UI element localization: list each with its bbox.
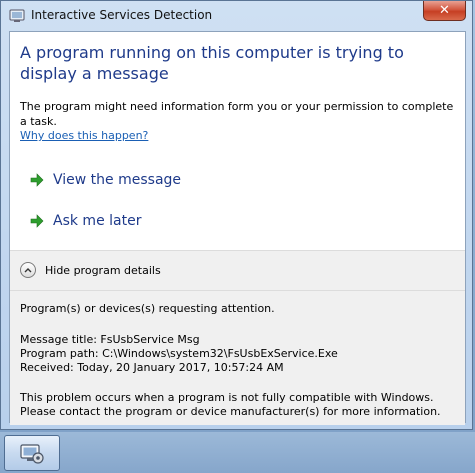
green-arrow-icon (30, 214, 44, 228)
problem-text-line2: Please contact the program or device man… (20, 405, 441, 418)
green-arrow-icon (30, 173, 44, 187)
hide-details-toggle[interactable]: Hide program details (20, 260, 161, 280)
problem-text-line1: This problem occurs when a program is no… (20, 391, 434, 404)
window-title: Interactive Services Detection (31, 8, 213, 22)
interactive-services-icon (20, 444, 44, 464)
received-time: Received: Today, 20 January 2017, 10:57:… (20, 361, 284, 374)
view-message-label: View the message (53, 172, 182, 188)
dialog-window: Interactive Services Detection ✕ A progr… (0, 0, 473, 430)
ask-me-later-label: Ask me later (53, 213, 142, 229)
why-does-this-happen-link[interactable]: Why does this happen? (20, 129, 148, 142)
program-path: Program path: C:\Windows\system32\FsUsbE… (20, 347, 338, 360)
close-icon: ✕ (439, 3, 450, 18)
taskbar (0, 432, 475, 473)
title-bar[interactable]: Interactive Services Detection ✕ (1, 1, 472, 31)
view-message-command[interactable]: View the message (30, 168, 181, 192)
details-section: Hide program details Program(s) or devic… (10, 250, 465, 425)
program-details: Program(s) or devices(s) requesting atte… (10, 290, 465, 426)
services-icon (9, 9, 25, 22)
main-instruction: A program running on this computer is tr… (20, 43, 404, 83)
dialog-content: A program running on this computer is tr… (9, 31, 466, 425)
description-text: The program might need information form … (20, 100, 454, 128)
attention-text: Program(s) or devices(s) requesting atte… (20, 302, 275, 315)
ask-me-later-command[interactable]: Ask me later (30, 209, 141, 233)
hide-details-label: Hide program details (45, 263, 161, 277)
chevron-up-icon (20, 262, 36, 278)
message-title: Message title: FsUsbService Msg (20, 333, 200, 346)
close-button[interactable]: ✕ (423, 1, 466, 21)
taskbar-app-button[interactable] (4, 435, 60, 471)
